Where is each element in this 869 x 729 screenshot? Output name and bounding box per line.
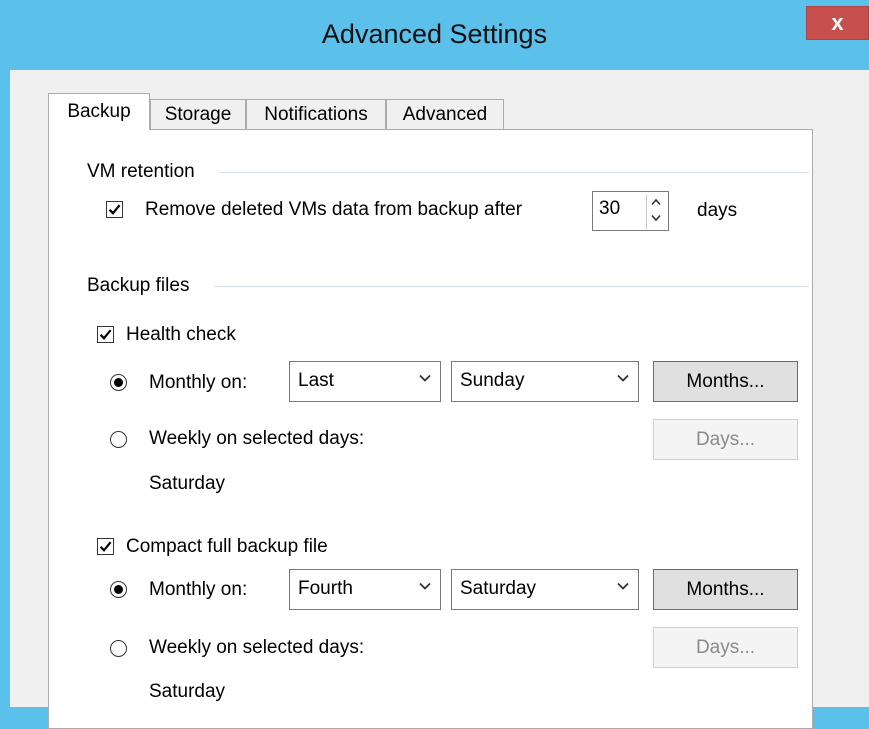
retention-days-spinner[interactable]: 30 — [592, 191, 669, 231]
compact-monthly-label: Monthly on: — [149, 579, 248, 600]
dialog-client: Backup Storage Notifications Advanced VM… — [10, 70, 869, 729]
spin-up-icon[interactable] — [651, 198, 661, 206]
compact-monthly-radio[interactable] — [110, 581, 127, 598]
retention-days-value[interactable]: 30 — [599, 198, 620, 220]
compact-day-select[interactable]: Saturday — [451, 569, 639, 610]
health-check-months-button[interactable]: Months... — [653, 361, 798, 402]
tab-backup[interactable]: Backup — [48, 93, 150, 130]
health-check-checkbox[interactable] — [97, 326, 114, 343]
chevron-down-icon — [617, 582, 629, 590]
compact-weekly-days: Saturday — [149, 681, 226, 702]
compact-full-checkbox[interactable] — [97, 538, 114, 555]
vm-retention-divider — [219, 172, 809, 173]
radio-selected-dot — [114, 378, 123, 387]
radio-selected-dot — [114, 585, 123, 594]
compact-weekly-radio[interactable] — [110, 640, 127, 657]
backup-files-group-label: Backup files — [87, 275, 190, 296]
compact-day-value: Saturday — [460, 578, 537, 599]
health-check-day-select[interactable]: Sunday — [451, 361, 639, 402]
health-check-week-value: Last — [298, 370, 334, 391]
checkmark-icon — [99, 541, 112, 552]
compact-week-value: Fourth — [298, 578, 353, 599]
health-check-day-value: Sunday — [460, 370, 525, 391]
compact-weekly-label: Weekly on selected days: — [149, 637, 365, 658]
health-check-days-button[interactable]: Days... — [653, 419, 798, 460]
chevron-down-icon — [419, 582, 431, 590]
title-bar: Advanced Settings x — [0, 0, 869, 70]
spinner-buttons — [646, 195, 664, 229]
compact-full-label: Compact full backup file — [126, 536, 328, 557]
tab-notifications[interactable]: Notifications — [246, 99, 386, 129]
health-check-weekly-radio[interactable] — [110, 431, 127, 448]
checkmark-icon — [99, 329, 112, 340]
health-check-label: Health check — [126, 324, 236, 345]
remove-deleted-checkbox[interactable] — [106, 201, 123, 218]
tab-advanced[interactable]: Advanced — [386, 99, 504, 129]
health-check-week-select[interactable]: Last — [289, 361, 441, 402]
chevron-down-icon — [419, 374, 431, 382]
tab-storage[interactable]: Storage — [150, 99, 246, 129]
tab-panel-backup: VM retention Remove deleted VMs data fro… — [48, 129, 813, 729]
compact-week-select[interactable]: Fourth — [289, 569, 441, 610]
compact-days-button[interactable]: Days... — [653, 627, 798, 668]
health-check-monthly-label: Monthly on: — [149, 372, 248, 393]
retention-days-unit: days — [697, 200, 738, 221]
health-check-monthly-radio[interactable] — [110, 374, 127, 391]
spin-down-icon[interactable] — [651, 214, 661, 222]
health-check-weekly-label: Weekly on selected days: — [149, 428, 365, 449]
vm-retention-group-label: VM retention — [87, 161, 195, 182]
remove-deleted-label: Remove deleted VMs data from backup afte… — [145, 199, 523, 220]
close-button[interactable]: x — [806, 6, 869, 40]
window-title: Advanced Settings — [321, 19, 548, 49]
backup-files-divider — [214, 286, 809, 287]
health-check-weekly-days: Saturday — [149, 473, 226, 494]
chevron-down-icon — [617, 374, 629, 382]
checkmark-icon — [108, 204, 121, 215]
compact-months-button[interactable]: Months... — [653, 569, 798, 610]
